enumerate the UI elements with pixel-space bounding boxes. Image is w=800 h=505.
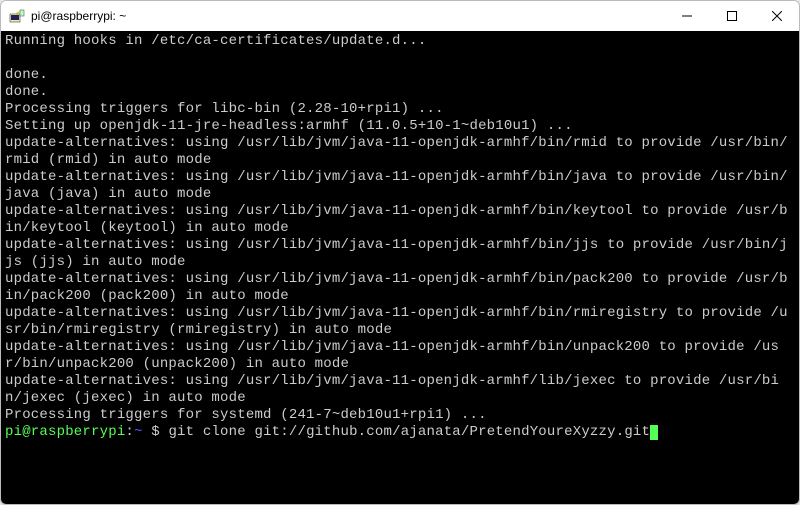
terminal-line [5, 50, 795, 67]
command-input[interactable]: git clone git://github.com/ajanata/Prete… [168, 424, 650, 440]
terminal-line: Processing triggers for systemd (241-7~d… [5, 407, 795, 424]
titlebar[interactable]: pi@raspberrypi: ~ [1, 1, 799, 31]
terminal-line: Setting up openjdk-11-jre-headless:armhf… [5, 118, 795, 135]
prompt-symbol: $ [143, 424, 169, 440]
terminal-line: done. [5, 84, 795, 101]
terminal-line: update-alternatives: using /usr/lib/jvm/… [5, 135, 795, 169]
close-button[interactable] [754, 1, 799, 31]
window-controls [664, 1, 799, 31]
terminal-prompt-line[interactable]: pi@raspberrypi:~ $ git clone git://githu… [5, 424, 795, 441]
terminal-line: Running hooks in /etc/ca-certificates/up… [5, 33, 795, 50]
cursor [650, 425, 658, 440]
prompt-separator: : [125, 424, 134, 440]
terminal-line: update-alternatives: using /usr/lib/jvm/… [5, 271, 795, 305]
terminal-line: done. [5, 67, 795, 84]
terminal-output-area[interactable]: Running hooks in /etc/ca-certificates/up… [1, 31, 799, 504]
terminal-window: pi@raspberrypi: ~ Running hooks in /etc/… [0, 0, 800, 505]
terminal-line: update-alternatives: using /usr/lib/jvm/… [5, 237, 795, 271]
minimize-button[interactable] [664, 1, 709, 31]
window-title: pi@raspberrypi: ~ [31, 9, 664, 23]
terminal-line: update-alternatives: using /usr/lib/jvm/… [5, 305, 795, 339]
terminal-line: update-alternatives: using /usr/lib/jvm/… [5, 169, 795, 203]
maximize-button[interactable] [709, 1, 754, 31]
prompt-path: ~ [134, 424, 143, 440]
putty-icon [9, 8, 25, 24]
terminal-line: update-alternatives: using /usr/lib/jvm/… [5, 373, 795, 407]
prompt-user-host: pi@raspberrypi [5, 424, 125, 440]
terminal-line: Processing triggers for libc-bin (2.28-1… [5, 101, 795, 118]
terminal-line: update-alternatives: using /usr/lib/jvm/… [5, 339, 795, 373]
terminal-line: update-alternatives: using /usr/lib/jvm/… [5, 203, 795, 237]
